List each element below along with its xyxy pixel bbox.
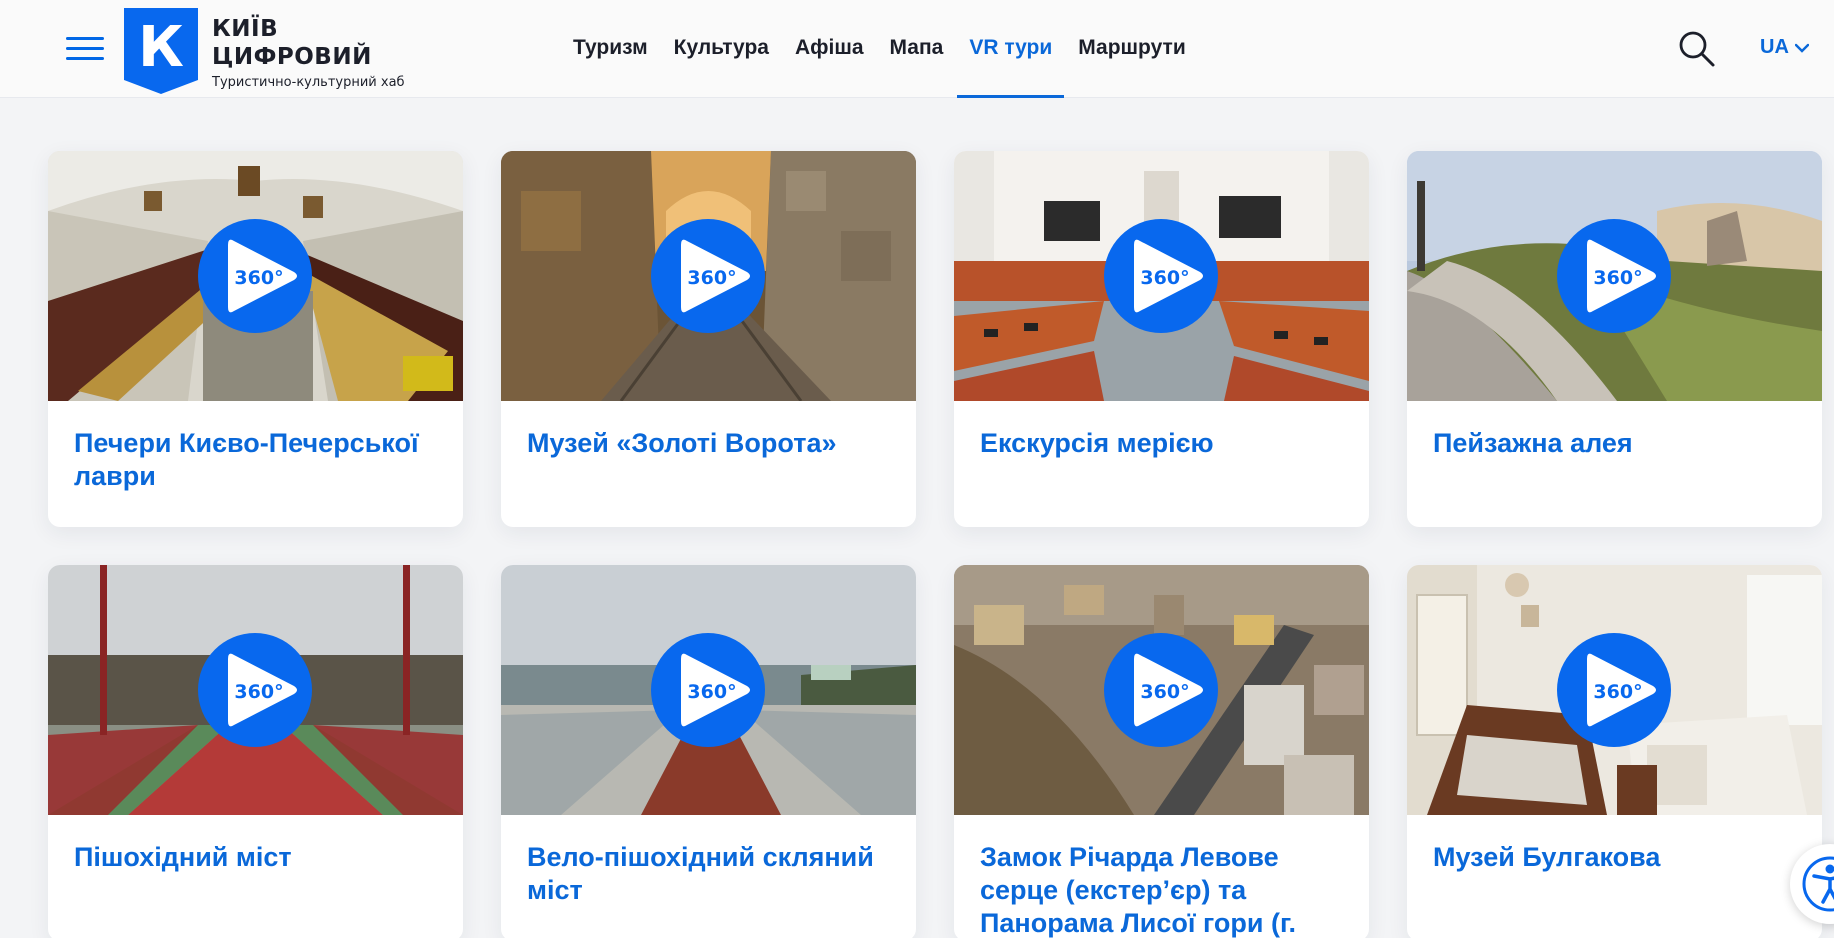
tour-card[interactable]: 360° Пішохідний міст xyxy=(48,565,463,938)
play-360-icon: 360° xyxy=(1587,239,1656,313)
main-nav: Туризм Культура Афіша Мапа VR тури Маршр… xyxy=(573,0,1212,98)
svg-text:360°: 360° xyxy=(1593,267,1642,289)
play-360-button[interactable]: 360° xyxy=(1104,633,1218,747)
language-selector[interactable]: UA xyxy=(1760,36,1809,59)
tour-image: 360° xyxy=(48,565,463,815)
play-360-button[interactable]: 360° xyxy=(198,633,312,747)
svg-text:360°: 360° xyxy=(687,681,736,703)
tour-card[interactable]: 360° Музей «Золоті Ворота» xyxy=(501,151,916,527)
tour-title[interactable]: Пішохідний міст xyxy=(48,815,463,874)
tour-image: 360° xyxy=(501,151,916,401)
tour-title[interactable]: Вело-пішохідний скляний міст xyxy=(501,815,916,907)
tour-title[interactable]: Пейзажна алея xyxy=(1407,401,1822,460)
svg-text:360°: 360° xyxy=(234,681,283,703)
tour-title[interactable]: Печери Києво-Печерської лаври xyxy=(48,401,463,493)
tour-card[interactable]: 360° Пейзажна алея xyxy=(1407,151,1822,527)
tour-card[interactable]: 360° Вело-пішохідний скляний міст xyxy=(501,565,916,938)
menu-icon[interactable] xyxy=(66,35,104,61)
svg-text:360°: 360° xyxy=(1140,681,1189,703)
accessibility-icon xyxy=(1802,856,1834,912)
play-360-button[interactable]: 360° xyxy=(651,219,765,333)
logo-subtitle: Туристично-культурний хаб xyxy=(212,75,405,90)
site-header: К КИЇВ ЦИФРОВИЙ Туристично-культурний ха… xyxy=(0,0,1834,98)
nav-item-vr-tours[interactable]: VR тури xyxy=(957,0,1065,98)
svg-text:360°: 360° xyxy=(1593,681,1642,703)
tour-image: 360° xyxy=(954,151,1369,401)
nav-item-routes[interactable]: Маршрути xyxy=(1078,0,1185,98)
tour-card[interactable]: 360° Замок Річарда Левове серце (екстер’… xyxy=(954,565,1369,938)
svg-text:360°: 360° xyxy=(234,267,283,289)
play-360-icon: 360° xyxy=(681,653,750,727)
logo-title: КИЇВ ЦИФРОВИЙ xyxy=(212,16,372,70)
tour-title[interactable]: Екскурсія мерією xyxy=(954,401,1369,460)
play-360-button[interactable]: 360° xyxy=(1104,219,1218,333)
nav-item-afisha[interactable]: Афіша xyxy=(795,0,864,98)
chevron-down-icon xyxy=(1794,43,1809,53)
tour-card[interactable]: 360° Музей Булгакова xyxy=(1407,565,1822,938)
tour-image: 360° xyxy=(501,565,916,815)
tour-card[interactable]: 360° Печери Києво-Печерської лаври xyxy=(48,151,463,527)
play-360-button[interactable]: 360° xyxy=(198,219,312,333)
tour-title[interactable]: Замок Річарда Левове серце (екстер’єр) т… xyxy=(954,815,1369,938)
play-360-button[interactable]: 360° xyxy=(1557,219,1671,333)
tour-title[interactable]: Музей «Золоті Ворота» xyxy=(501,401,916,460)
play-360-icon: 360° xyxy=(228,653,297,727)
play-360-icon: 360° xyxy=(681,239,750,313)
logo-letter: К xyxy=(138,15,184,80)
tour-image: 360° xyxy=(954,565,1369,815)
vr-tours-grid: 360° Печери Києво-Печерської лаври 360° … xyxy=(48,151,1822,938)
tour-card[interactable]: 360° Екскурсія мерією xyxy=(954,151,1369,527)
play-360-icon: 360° xyxy=(1587,653,1656,727)
play-360-icon: 360° xyxy=(1134,239,1203,313)
play-360-button[interactable]: 360° xyxy=(1557,633,1671,747)
logo-text[interactable]: КИЇВ ЦИФРОВИЙ Туристично-культурний хаб xyxy=(212,15,405,90)
tour-image: 360° xyxy=(48,151,463,401)
play-360-icon: 360° xyxy=(1134,653,1203,727)
nav-item-map[interactable]: Мапа xyxy=(890,0,944,98)
language-label: UA xyxy=(1760,36,1789,58)
play-360-icon: 360° xyxy=(228,239,297,313)
nav-item-tourism[interactable]: Туризм xyxy=(573,0,648,98)
search-icon[interactable] xyxy=(1678,30,1716,68)
tour-image: 360° xyxy=(1407,565,1822,815)
svg-text:360°: 360° xyxy=(687,267,736,289)
tour-title[interactable]: Музей Булгакова xyxy=(1407,815,1822,874)
logo-icon[interactable]: К xyxy=(124,8,198,94)
play-360-button[interactable]: 360° xyxy=(651,633,765,747)
tour-image: 360° xyxy=(1407,151,1822,401)
svg-text:360°: 360° xyxy=(1140,267,1189,289)
nav-item-culture[interactable]: Культура xyxy=(674,0,769,98)
